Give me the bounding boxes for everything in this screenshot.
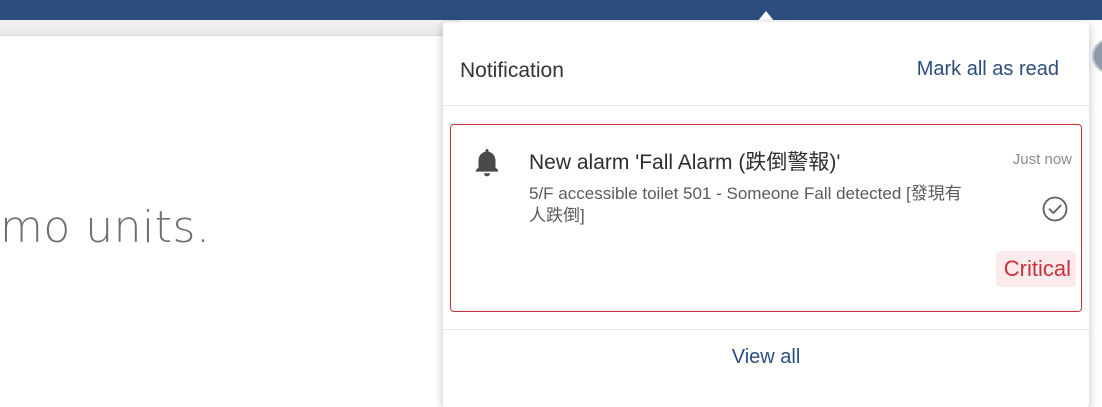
- panel-title: Notification: [460, 59, 564, 82]
- mark-all-as-read-link[interactable]: Mark all as read: [917, 58, 1059, 81]
- background-page-text: mo units.: [0, 202, 211, 253]
- notification-panel-header: Notification Mark all as read: [443, 22, 1089, 106]
- notification-panel-footer: View all: [443, 329, 1089, 407]
- bell-icon: [473, 146, 501, 180]
- panel-caret: [757, 11, 775, 22]
- page: mo units. Notification Mark all as read …: [0, 0, 1102, 407]
- page-header-strip: [0, 20, 460, 36]
- notification-panel: Notification Mark all as read New alarm …: [443, 22, 1089, 407]
- notification-item[interactable]: New alarm 'Fall Alarm (跌倒警報)' 5/F access…: [450, 124, 1082, 312]
- notification-description: 5/F accessible toilet 501 - Someone Fall…: [529, 184, 962, 225]
- view-all-link[interactable]: View all: [443, 346, 1089, 369]
- severity-badge: Critical: [995, 251, 1076, 287]
- notification-title: New alarm 'Fall Alarm (跌倒警報)': [529, 151, 841, 174]
- avatar[interactable]: [1092, 38, 1102, 74]
- top-nav-bar: [0, 0, 1102, 20]
- notification-time: Just now: [1012, 151, 1072, 168]
- check-circle-icon[interactable]: [1040, 194, 1070, 224]
